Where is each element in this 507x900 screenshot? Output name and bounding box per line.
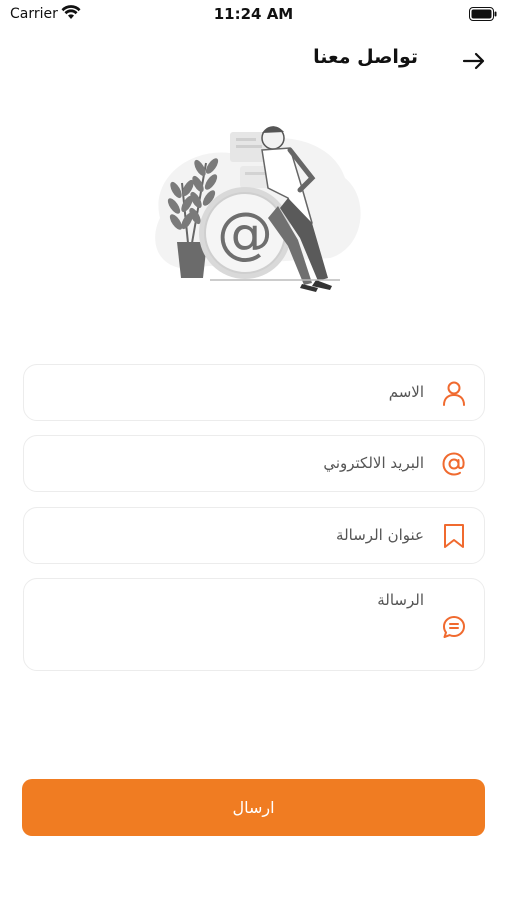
name-field[interactable]: الاسم bbox=[23, 364, 485, 421]
at-sign-icon bbox=[442, 452, 465, 476]
chat-icon bbox=[443, 616, 465, 638]
page-title: تواصل معنا bbox=[313, 46, 418, 68]
subject-field[interactable]: عنوان الرسالة bbox=[23, 507, 485, 564]
header: تواصل معنا bbox=[0, 40, 507, 80]
user-icon bbox=[443, 381, 465, 406]
email-at-illustration: @ bbox=[155, 126, 361, 292]
arrow-right-icon bbox=[462, 52, 485, 70]
status-bar: Carrier 11:24 AM bbox=[0, 0, 507, 30]
battery-icon bbox=[469, 7, 497, 21]
bookmark-icon bbox=[444, 524, 464, 548]
name-placeholder: الاسم bbox=[388, 383, 424, 401]
email-placeholder: البريد الالكتروني bbox=[323, 454, 424, 472]
back-button[interactable] bbox=[459, 46, 489, 76]
email-field[interactable]: البريد الالكتروني bbox=[23, 435, 485, 492]
svg-text:@: @ bbox=[217, 201, 273, 266]
message-field[interactable]: الرسالة bbox=[23, 578, 485, 671]
message-placeholder: الرسالة bbox=[377, 591, 424, 609]
subject-placeholder: عنوان الرسالة bbox=[336, 526, 424, 544]
status-time: 11:24 AM bbox=[213, 5, 294, 23]
submit-button[interactable]: ارسال bbox=[22, 779, 485, 836]
